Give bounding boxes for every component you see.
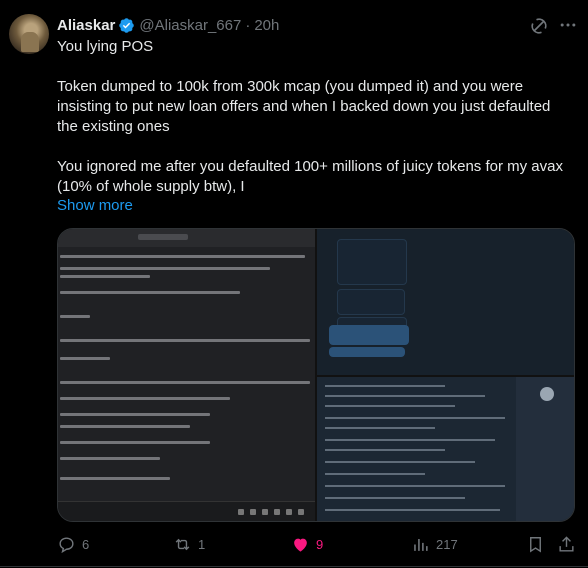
more-icon[interactable]: [558, 15, 578, 35]
media-image-telegram-desktop[interactable]: [317, 377, 574, 521]
timestamp[interactable]: 20h: [254, 17, 279, 34]
bookmark-icon: [530, 536, 541, 553]
reply-count: 6: [82, 536, 90, 552]
window-taskbar: [58, 501, 315, 521]
repost-icon: [175, 538, 190, 550]
tweet-header: Aliaskar @Aliaskar_667 · 20h: [57, 15, 279, 35]
separator-dot: ·: [245, 16, 251, 34]
media-grid[interactable]: [57, 228, 575, 522]
verified-badge-icon: [118, 17, 135, 34]
tweet-text-line: You ignored me after you defaulted 100+ …: [57, 158, 563, 195]
reply-icon: [59, 536, 74, 553]
window-titlebar: [58, 229, 315, 247]
like-button[interactable]: 9: [291, 533, 323, 555]
views-icon: [414, 538, 428, 551]
display-name[interactable]: Aliaskar: [57, 17, 115, 34]
avatar[interactable]: [9, 14, 49, 54]
views-count: 217: [436, 536, 458, 552]
show-more-link[interactable]: Show more: [57, 197, 133, 214]
media-image-telegram-dark[interactable]: [317, 229, 574, 375]
grok-icon[interactable]: [529, 16, 549, 36]
like-count: 9: [316, 536, 324, 552]
media-image-chat-screenshot[interactable]: [58, 229, 315, 521]
user-handle[interactable]: @Aliaskar_667: [139, 17, 241, 34]
divider: [0, 566, 588, 567]
tweet-actions: 6 1 9 217: [0, 533, 588, 555]
repost-button[interactable]: 1: [173, 533, 205, 555]
share-icon: [559, 535, 574, 552]
reply-button[interactable]: 6: [57, 533, 89, 555]
share-button[interactable]: [557, 533, 576, 555]
bookmark-button[interactable]: [526, 533, 545, 555]
repost-count: 1: [198, 536, 206, 552]
tweet-text-line: You lying POS: [57, 38, 154, 55]
profile-panel: [516, 377, 574, 521]
tweet-text-line: Token dumped to 100k from 300k mcap (you…: [57, 78, 551, 135]
heart-icon: [294, 538, 307, 552]
views-button[interactable]: 217: [411, 533, 458, 555]
